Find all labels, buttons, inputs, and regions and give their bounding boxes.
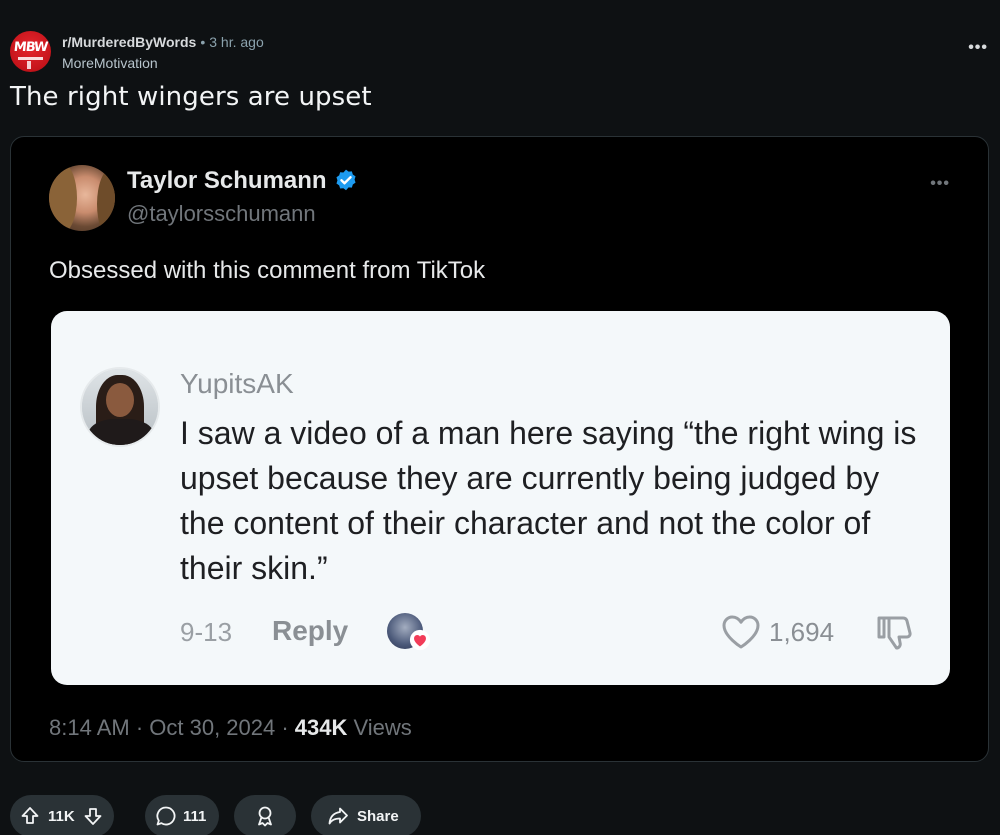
verified-badge-icon [336,169,356,191]
thumbs-down-icon [877,616,912,650]
tiktok-comment-card: YupitsAK I saw a video of a man here say… [51,311,950,685]
tweet-views-count: 434K [294,715,348,740]
tweet-text: Obsessed with this comment from TikTok [49,257,486,284]
tweet-views-label: Views [347,715,412,740]
tweet-author-handle: @taylorsschumann [127,201,316,226]
tweet-author-avatar [49,165,115,231]
tweet-author-row: Taylor Schumann [127,167,359,195]
award-icon [258,806,272,827]
subreddit-avatar[interactable]: MBW [10,31,51,72]
post-time: 3 hr. ago [209,34,264,50]
tweet-meta: 8:14 AM · Oct 30, 2024 · 434K Views [49,715,412,741]
vote-group: 11K [10,795,114,835]
post-media-image[interactable]: Taylor Schumann @taylorsschumann ••• Obs… [10,136,989,762]
tweet-timestamp: 8:14 AM · Oct 30, 2024 · [49,715,295,740]
award-button[interactable] [234,795,296,835]
post-author[interactable]: MoreMotivation [62,55,158,71]
tweet-author-name: Taylor Schumann [127,167,327,194]
tiktok-like-count: 1,694 [769,617,835,647]
post-title[interactable]: The right wingers are upset [10,82,372,112]
tiktok-comment-date: 9-13 [180,617,233,647]
share-arrow-icon [328,807,348,825]
share-label: Share [357,807,399,825]
subreddit-name[interactable]: r/MurderedByWords [62,34,196,50]
comments-button[interactable]: 111 [145,795,219,835]
tiktok-commenter-username: YupitsAK [180,368,294,399]
subreddit-line: r/MurderedByWords • 3 hr. ago [62,34,264,50]
post-overflow-menu-button[interactable]: ••• [968,39,988,57]
post-header: MBW r/MurderedByWords • 3 hr. ago MoreMoti… [10,31,990,73]
meta-separator: • [200,34,206,50]
comment-count: 111 [183,807,207,825]
tiktok-comment-text: I saw a video of a man here saying “the … [180,415,917,586]
vote-count: 11K [48,807,75,825]
downvote-arrow-icon[interactable] [83,806,103,826]
creator-heart-icon [409,629,431,651]
heart-outline-icon [722,615,760,649]
tiktok-commenter-avatar [80,367,160,447]
comment-bubble-icon [156,806,176,826]
tweet-more-icon: ••• [930,175,950,192]
tiktok-reply-label: Reply [272,615,349,646]
share-button[interactable]: Share [311,795,421,835]
upvote-arrow-icon[interactable] [20,806,40,826]
